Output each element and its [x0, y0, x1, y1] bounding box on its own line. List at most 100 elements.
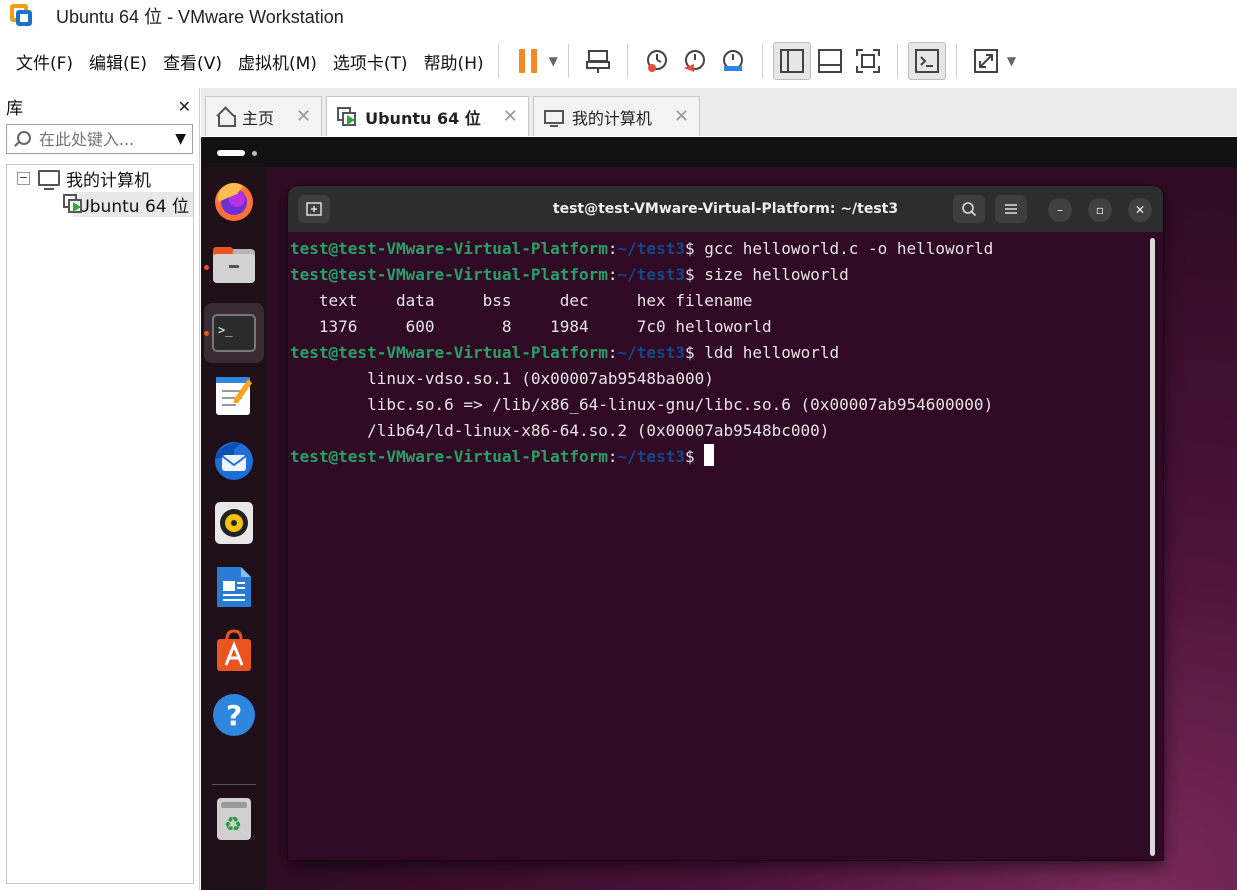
toolbar-separator — [626, 44, 628, 78]
files-icon — [213, 247, 255, 283]
prompt-user: test@test-VMware-Virtual-Platform — [290, 265, 608, 284]
menu-file[interactable]: 文件(F) — [16, 49, 73, 74]
dock-trash[interactable]: ♻ — [212, 797, 256, 841]
menu-view[interactable]: 查看(V) — [163, 49, 222, 74]
prompt-path: ~/test3 — [617, 265, 685, 284]
terminal-prompt-line: test@test-VMware-Virtual-Platform:~/test… — [290, 340, 1150, 366]
terminal-header-bar: test@test-VMware-Virtual-Platform: ~/tes… — [288, 186, 1163, 232]
hamburger-menu-icon — [1005, 204, 1017, 214]
dock-libreoffice-writer[interactable] — [212, 565, 256, 609]
terminal-output-line: text data bss dec hex filename — [290, 291, 753, 310]
snapshot-manager-button[interactable] — [714, 42, 752, 80]
terminal-search-button[interactable] — [953, 195, 985, 223]
terminal-title: test@test-VMware-Virtual-Platform: ~/tes… — [552, 201, 899, 217]
dock-app-center[interactable] — [212, 629, 256, 673]
tab-home[interactable]: 主页 ✕ — [205, 96, 323, 136]
menu-tabs[interactable]: 选项卡(T) — [333, 49, 408, 74]
thunderbird-icon — [215, 442, 253, 480]
search-dropdown-icon[interactable]: ▼ — [175, 131, 186, 147]
tab-label: Ubuntu 64 位 — [365, 108, 481, 128]
terminal-output-line: 1376 600 8 1984 7c0 helloworld — [290, 317, 772, 336]
svg-text:?: ? — [226, 699, 242, 732]
prompt-user: test@test-VMware-Virtual-Platform — [290, 447, 608, 466]
pause-dropdown-icon[interactable]: ▼ — [549, 54, 558, 68]
dock-thunderbird[interactable] — [212, 437, 256, 481]
stretch-dropdown-icon[interactable]: ▼ — [1007, 54, 1016, 68]
dock-files[interactable] — [212, 243, 256, 287]
prompt-separator: : — [607, 343, 618, 362]
menu-edit[interactable]: 编辑(E) — [89, 49, 147, 74]
send-ctrl-alt-del-button[interactable] — [579, 42, 617, 80]
snapshot-manager-icon — [722, 50, 743, 71]
dock-text-editor[interactable] — [212, 373, 256, 417]
library-close-icon[interactable]: ✕ — [178, 97, 191, 116]
svg-text:>_: >_ — [218, 323, 233, 337]
activities-indicator-icon[interactable] — [217, 150, 245, 156]
show-library-button[interactable] — [772, 42, 811, 80]
vm-console[interactable]: >_ ? ♻ test@test-VMware-Virtual-Platform… — [201, 137, 1237, 890]
minimize-button[interactable]: – — [1048, 198, 1072, 222]
thumbnail-view-icon — [817, 49, 842, 73]
snapshot-icon — [646, 50, 667, 72]
terminal-scrollbar[interactable] — [1150, 238, 1155, 856]
console-icon — [914, 49, 939, 73]
toolbar-separator — [497, 44, 499, 78]
command-text: size helloworld — [704, 265, 849, 284]
tree-item-label: Ubuntu 64 位 — [73, 191, 193, 217]
prompt-end: $ — [684, 239, 705, 258]
running-indicator-icon — [204, 331, 209, 336]
maximize-button[interactable]: ▫ — [1088, 198, 1112, 222]
close-tab-icon[interactable]: ✕ — [296, 106, 311, 127]
tab-bar: 主页 ✕ Ubuntu 64 位 ✕ 我的计算机 ✕ — [201, 88, 1237, 136]
close-tab-icon[interactable]: ✕ — [674, 106, 689, 127]
toolbar-separator — [896, 44, 898, 78]
menu-help[interactable]: 帮助(H) — [424, 49, 484, 74]
pause-button[interactable] — [509, 42, 547, 80]
stretch-icon — [973, 49, 998, 73]
tab-ubuntu-vm[interactable]: Ubuntu 64 位 ✕ — [326, 96, 529, 136]
menu-vm[interactable]: 虚拟机(M) — [238, 49, 317, 74]
terminal-output[interactable]: test@test-VMware-Virtual-Platform:~/test… — [290, 236, 1150, 856]
terminal-window[interactable]: test@test-VMware-Virtual-Platform: ~/tes… — [288, 186, 1163, 860]
pause-icon — [518, 49, 537, 73]
tree-item-my-computer[interactable]: − 我的计算机 — [7, 165, 193, 191]
computer-icon — [543, 109, 564, 127]
menu-toolbar: 文件(F) 编辑(E) 查看(V) 虚拟机(M) 选项卡(T) 帮助(H) ▼ — [0, 38, 1237, 84]
text-editor-icon — [216, 377, 252, 415]
revert-snapshot-button[interactable] — [676, 42, 714, 80]
dock-help[interactable]: ? — [212, 693, 256, 737]
home-icon — [216, 108, 236, 127]
tree-item-ubuntu-vm[interactable]: Ubuntu 64 位 — [7, 191, 193, 217]
title-bar: Ubuntu 64 位 - VMware Workstation — [0, 0, 1237, 32]
close-tab-icon[interactable]: ✕ — [503, 106, 518, 127]
collapse-toggle-icon[interactable]: − — [17, 171, 30, 185]
snapshot-button[interactable] — [638, 42, 676, 80]
search-icon — [962, 202, 977, 217]
terminal-output-line: libc.so.6 => /lib/x86_64-linux-gnu/libc.… — [290, 395, 994, 414]
prompt-path: ~/test3 — [617, 343, 685, 362]
vm-running-icon — [63, 194, 82, 214]
text-cursor — [704, 444, 715, 466]
library-panel: 库 ✕ ▼ − 我的计算机 Ubuntu 64 位 — [0, 88, 200, 890]
writer-icon — [217, 567, 251, 607]
dock-rhythmbox[interactable] — [212, 501, 256, 545]
stretch-guest-button[interactable] — [967, 42, 1005, 80]
terminal-prompt-line: test@test-VMware-Virtual-Platform:~/test… — [290, 444, 1150, 470]
dock-firefox[interactable] — [212, 179, 256, 223]
tab-my-computer[interactable]: 我的计算机 ✕ — [532, 96, 700, 136]
toolbar-separator — [761, 44, 763, 78]
close-button[interactable]: ✕ — [1128, 198, 1152, 222]
library-search-input[interactable] — [39, 129, 159, 149]
terminal-menu-button[interactable] — [995, 195, 1027, 223]
show-thumbnail-bar-button[interactable] — [811, 42, 849, 80]
window-title: Ubuntu 64 位 - VMware Workstation — [56, 7, 344, 27]
library-search: ▼ — [6, 124, 193, 154]
dock-terminal[interactable]: >_ — [204, 303, 264, 363]
console-view-button[interactable] — [907, 42, 946, 80]
full-screen-button[interactable] — [849, 42, 887, 80]
search-icon — [13, 130, 31, 148]
vm-running-icon — [337, 106, 359, 127]
fullscreen-icon — [855, 49, 880, 73]
rhythmbox-icon — [215, 502, 253, 544]
ubuntu-dock: >_ ? ♻ — [201, 167, 267, 890]
